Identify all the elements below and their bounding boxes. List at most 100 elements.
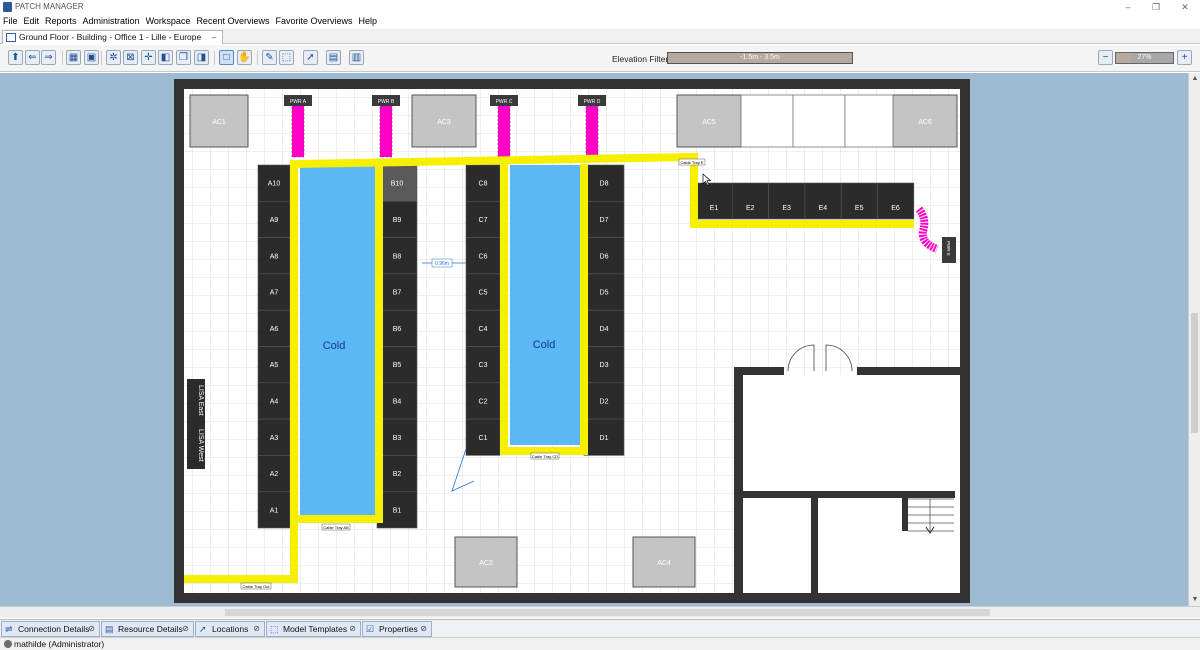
print-button[interactable]: ▣ [84, 50, 99, 65]
tab-resource-details[interactable]: ▤ Resource Details ⊘ [101, 621, 194, 637]
model-templates-icon: ⬚ [270, 624, 279, 634]
floorplan-workspace[interactable]: AC1 AC3 AC5 AC6 AC2 AC4 PWR A PWR B PWR C PWR D P… [0, 73, 1188, 606]
rack-label: C2 [479, 398, 488, 405]
tab-floorplan-label: Ground Floor - Building - Office 1 - Lil… [19, 32, 202, 42]
toolbar-separator [101, 51, 102, 65]
horizontal-scrollbar[interactable] [0, 606, 1200, 618]
toolbar-separator [214, 51, 215, 65]
rack[interactable] [768, 182, 806, 220]
edit-tool-button[interactable]: ✎ [262, 50, 277, 65]
rack-label: A6 [270, 326, 279, 333]
vertical-scroll-thumb[interactable] [1191, 313, 1198, 433]
copy-button[interactable]: ❐ [176, 50, 191, 65]
select-icon: □ [223, 52, 230, 63]
rack-label: D3 [600, 362, 609, 369]
zoom-out-button[interactable]: − [1098, 50, 1113, 65]
pan-hand-icon: ✋ [238, 52, 251, 63]
pin-icon[interactable]: ⊘ [253, 622, 260, 636]
marquee-button[interactable]: ⬚ [279, 50, 294, 65]
arrange-button[interactable]: ◧ [158, 50, 173, 65]
tab-minimize-icon[interactable]: – [212, 32, 217, 42]
rack-label: E3 [782, 205, 791, 212]
tab-floorplan[interactable]: Ground Floor - Building - Office 1 - Lil… [2, 30, 224, 44]
zoom-slider[interactable]: 27% [1115, 52, 1174, 64]
edit-tool-icon: ✎ [265, 52, 274, 63]
rack[interactable] [877, 182, 915, 220]
office-room [734, 344, 960, 593]
ac-bay [740, 94, 794, 148]
document-tab-strip: Ground Floor - Building - Office 1 - Lil… [0, 29, 1200, 44]
tab-model-templates-label: Model Templates [283, 624, 348, 634]
app-window: PATCH MANAGER – ❐ ✕ File Edit Reports Ad… [0, 0, 1200, 650]
rack-label: A5 [270, 362, 279, 369]
move-button[interactable]: ✛ [141, 50, 156, 65]
rack-view-icon: ▦ [68, 52, 79, 63]
pan-hand-button[interactable]: ✋ [237, 50, 252, 65]
rack-label: E5 [855, 205, 864, 212]
pointer-zoom-button[interactable]: ➚ [303, 50, 318, 65]
zoom-in-button[interactable]: + [1177, 50, 1192, 65]
tab-model-templates[interactable]: ⬚ Model Templates ⊘ [266, 621, 361, 637]
grid-button[interactable]: ▥ [349, 50, 364, 65]
cold-aisle-cd [510, 165, 580, 445]
settings-button[interactable]: ✲ [106, 50, 121, 65]
rack-view-button[interactable]: ▦ [66, 50, 81, 65]
scroll-down-icon[interactable]: ▼ [1189, 594, 1200, 606]
vertical-scrollbar[interactable]: ▲ ▼ [1188, 73, 1200, 606]
pin-icon[interactable]: ⊘ [349, 622, 356, 636]
rack-label: A8 [270, 253, 279, 260]
rack[interactable] [695, 182, 733, 220]
elevation-filter-slider[interactable]: -1.5m - 3.5m [667, 52, 853, 64]
rack-label: A1 [270, 507, 279, 514]
measure-label: 0.96m [435, 261, 449, 267]
status-bar: mathilde (Administrator) [0, 637, 1200, 650]
rack[interactable] [731, 182, 769, 220]
menu-file[interactable]: File [0, 14, 21, 28]
rack[interactable] [840, 182, 878, 220]
rack-label: D5 [600, 290, 609, 297]
tab-connection-details[interactable]: ⇌ Connection Details ⊘ [1, 621, 100, 637]
paste-button[interactable]: ◨ [194, 50, 209, 65]
horizontal-scroll-thumb[interactable] [225, 609, 990, 616]
rack-label: B1 [393, 507, 402, 514]
close-button[interactable]: ✕ [1171, 0, 1199, 14]
rack-label: C8 [479, 181, 488, 188]
rack-label: B10 [391, 181, 404, 188]
pin-icon[interactable]: ⊘ [420, 622, 427, 636]
menu-administration[interactable]: Administration [80, 14, 143, 28]
tab-locations[interactable]: ➚ Locations ⊘ [195, 621, 265, 637]
copy-icon: ❐ [179, 52, 188, 63]
rack-label: E2 [746, 205, 755, 212]
back-button[interactable]: ⇐ [25, 50, 40, 65]
floor-plan-canvas[interactable]: AC1 AC3 AC5 AC6 AC2 AC4 PWR A PWR B PWR C PWR D P… [174, 79, 970, 603]
app-title: PATCH MANAGER [15, 2, 84, 11]
connect-button[interactable]: ⊠ [123, 50, 138, 65]
forward-button[interactable]: ⇒ [41, 50, 56, 65]
status-user: mathilde (Administrator) [14, 639, 105, 649]
menu-recent-overviews[interactable]: Recent Overviews [193, 14, 272, 28]
select-button[interactable]: □ [219, 50, 234, 65]
window-button[interactable]: ▤ [326, 50, 341, 65]
scroll-up-icon[interactable]: ▲ [1189, 73, 1200, 85]
rack[interactable] [804, 182, 842, 220]
rack-label: C5 [479, 290, 488, 297]
menu-reports[interactable]: Reports [42, 14, 80, 28]
minimize-button[interactable]: – [1114, 0, 1142, 14]
menu-workspace[interactable]: Workspace [143, 14, 194, 28]
rack-label: C4 [479, 326, 488, 333]
window-icon: ▤ [328, 52, 339, 63]
menu-edit[interactable]: Edit [21, 14, 43, 28]
menu-favorite-overviews[interactable]: Favorite Overviews [272, 14, 355, 28]
pin-icon[interactable]: ⊘ [88, 622, 95, 636]
print-icon: ▣ [86, 52, 97, 63]
power-cable [498, 105, 510, 157]
tab-resource-details-label: Resource Details [118, 624, 183, 634]
pin-icon[interactable]: ⊘ [182, 622, 189, 636]
power-cable [380, 105, 392, 157]
rack-label: A10 [268, 181, 281, 188]
go-up-button[interactable]: ⬆ [8, 50, 23, 65]
rack-label: D8 [600, 181, 609, 188]
tab-properties[interactable]: ☑ Properties ⊘ [362, 621, 432, 637]
restore-button[interactable]: ❐ [1142, 0, 1170, 14]
menu-help[interactable]: Help [356, 14, 381, 28]
